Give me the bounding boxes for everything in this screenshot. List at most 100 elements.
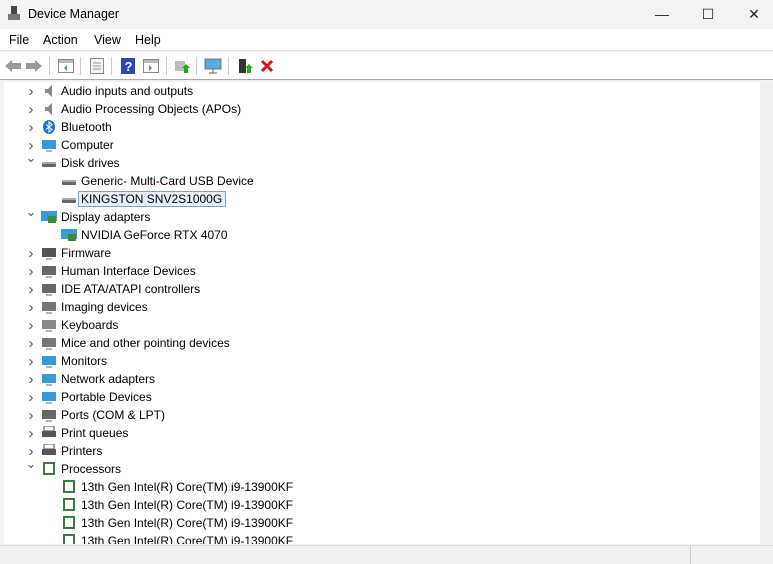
disk-drive-icon xyxy=(61,174,77,188)
minimize-button[interactable]: — xyxy=(639,0,685,28)
tree-device-item[interactable]: 13th Gen Intel(R) Core(TM) i9-13900KF xyxy=(61,496,293,514)
tree-category-item[interactable]: IDE ATA/ATAPI controllers xyxy=(41,280,200,298)
mouse-icon xyxy=(41,336,57,350)
tree-category-item[interactable]: Processors xyxy=(41,460,121,478)
chevron-right-icon[interactable]: › xyxy=(26,82,36,100)
tree-item-label: Print queues xyxy=(61,426,129,440)
tree-category-item[interactable]: Disk drives xyxy=(41,154,120,172)
tree-category-item[interactable]: Display adapters xyxy=(41,208,150,226)
tree-category-item[interactable]: Keyboards xyxy=(41,316,118,334)
help-icon[interactable]: ? xyxy=(118,56,138,76)
toolbar: ? xyxy=(0,52,773,80)
tree-item-label: NVIDIA GeForce RTX 4070 xyxy=(81,228,228,242)
tree-device-item[interactable]: 13th Gen Intel(R) Core(TM) i9-13900KF xyxy=(61,532,293,544)
tree-category-item[interactable]: Audio Processing Objects (APOs) xyxy=(41,100,241,118)
uninstall-device-icon[interactable] xyxy=(257,56,277,76)
menu-view[interactable]: View xyxy=(94,33,121,47)
firmware-icon xyxy=(41,246,57,260)
camera-icon xyxy=(41,300,57,314)
tree-category-item[interactable]: Portable Devices xyxy=(41,388,152,406)
tree-device-item[interactable]: 13th Gen Intel(R) Core(TM) i9-13900KF xyxy=(61,514,293,532)
printer-icon xyxy=(41,443,57,458)
tree-category-item[interactable]: Firmware xyxy=(41,244,111,262)
tree-category-item[interactable]: Ports (COM & LPT) xyxy=(41,406,165,424)
tree-category-item[interactable]: Mice and other pointing devices xyxy=(41,334,230,352)
display-adapter-icon xyxy=(41,210,57,224)
chevron-right-icon[interactable]: › xyxy=(26,316,36,334)
tree-item-label: KINGSTON SNV2S1000G xyxy=(78,191,227,207)
processor-icon xyxy=(61,516,77,530)
chevron-down-icon[interactable]: ⌄ xyxy=(26,149,37,167)
back-icon[interactable] xyxy=(3,56,23,76)
chevron-right-icon[interactable]: › xyxy=(26,406,36,424)
enable-device-icon[interactable] xyxy=(235,56,255,76)
tree-category-item[interactable]: Bluetooth xyxy=(41,118,112,136)
close-button[interactable]: ✕ xyxy=(731,0,773,28)
scan-hardware-icon[interactable] xyxy=(203,56,223,76)
chevron-right-icon[interactable]: › xyxy=(26,100,36,118)
tree-item-label: Network adapters xyxy=(61,372,156,386)
title-bar: Device Manager — ☐ ✕ xyxy=(0,0,773,28)
tree-item-label: Audio Processing Objects (APOs) xyxy=(61,102,242,116)
chevron-right-icon[interactable]: › xyxy=(26,244,36,262)
chevron-right-icon[interactable]: › xyxy=(26,262,36,280)
processor-icon xyxy=(61,480,77,494)
tree-category-item[interactable]: Human Interface Devices xyxy=(41,262,196,280)
window-title: Device Manager xyxy=(28,7,120,21)
chevron-right-icon[interactable]: › xyxy=(26,352,36,370)
chevron-right-icon[interactable]: › xyxy=(26,370,36,388)
tree-device-item[interactable]: NVIDIA GeForce RTX 4070 xyxy=(61,226,228,244)
portable-device-icon xyxy=(41,390,57,404)
chevron-right-icon[interactable]: › xyxy=(26,118,36,136)
menu-bar: File Action View Help xyxy=(0,29,773,51)
tree-item-label: 13th Gen Intel(R) Core(TM) i9-13900KF xyxy=(81,480,294,494)
tree-category-item[interactable]: Printers xyxy=(41,442,102,460)
tree-category-item[interactable]: Monitors xyxy=(41,352,107,370)
vertical-scrollbar[interactable] xyxy=(760,82,773,544)
chevron-right-icon[interactable]: › xyxy=(26,388,36,406)
tree-device-item[interactable]: 13th Gen Intel(R) Core(TM) i9-13900KF xyxy=(61,478,293,496)
tree-item-label: Processors xyxy=(61,462,122,476)
chevron-right-icon[interactable]: › xyxy=(26,298,36,316)
properties-icon[interactable] xyxy=(87,56,107,76)
tree-item-label: Printers xyxy=(61,444,103,458)
device-tree[interactable]: › Audio inputs and outputs › Audio Processi… xyxy=(4,82,760,544)
svg-text:?: ? xyxy=(125,59,133,74)
ide-controller-icon xyxy=(41,282,57,296)
tree-item-label: Display adapters xyxy=(61,210,151,224)
tree-category-item[interactable]: Network adapters xyxy=(41,370,155,388)
menu-file[interactable]: File xyxy=(9,33,29,47)
tree-item-label: Firmware xyxy=(61,246,111,260)
tree-category-item[interactable]: Audio inputs and outputs xyxy=(41,82,193,100)
tree-category-item[interactable]: Print queues xyxy=(41,424,128,442)
show-hide-console-tree-icon[interactable] xyxy=(56,56,76,76)
tree-category-item[interactable]: Computer xyxy=(41,136,114,154)
menu-action[interactable]: Action xyxy=(43,33,78,47)
tree-item-label: Mice and other pointing devices xyxy=(61,336,230,350)
chevron-down-icon[interactable]: ⌄ xyxy=(26,455,37,473)
tree-item-label: 13th Gen Intel(R) Core(TM) i9-13900KF xyxy=(81,516,294,530)
tree-item-label: IDE ATA/ATAPI controllers xyxy=(61,282,201,296)
disk-drive-icon xyxy=(61,192,77,206)
update-driver-icon[interactable] xyxy=(172,56,192,76)
display-adapter-icon xyxy=(61,228,77,242)
tree-item-label: 13th Gen Intel(R) Core(TM) i9-13900KF xyxy=(81,498,294,512)
menu-help[interactable]: Help xyxy=(135,33,161,47)
forward-icon[interactable] xyxy=(24,56,44,76)
tree-device-item[interactable]: Generic- Multi-Card USB Device xyxy=(61,172,254,190)
processor-icon xyxy=(41,462,57,476)
chevron-right-icon[interactable]: › xyxy=(26,424,36,442)
tree-item-label: Monitors xyxy=(61,354,108,368)
maximize-button[interactable]: ☐ xyxy=(685,0,731,28)
chevron-down-icon[interactable]: ⌄ xyxy=(26,203,37,221)
status-bar xyxy=(0,545,773,564)
chevron-right-icon[interactable]: › xyxy=(26,334,36,352)
tree-device-item[interactable]: KINGSTON SNV2S1000G xyxy=(61,190,227,208)
tree-item-label: Human Interface Devices xyxy=(61,264,196,278)
chevron-right-icon[interactable]: › xyxy=(26,280,36,298)
device-manager-icon xyxy=(8,6,20,20)
action-pane-icon[interactable] xyxy=(141,56,161,76)
speaker-icon xyxy=(41,102,57,116)
tree-item-label: Ports (COM & LPT) xyxy=(61,408,166,422)
tree-category-item[interactable]: Imaging devices xyxy=(41,298,148,316)
